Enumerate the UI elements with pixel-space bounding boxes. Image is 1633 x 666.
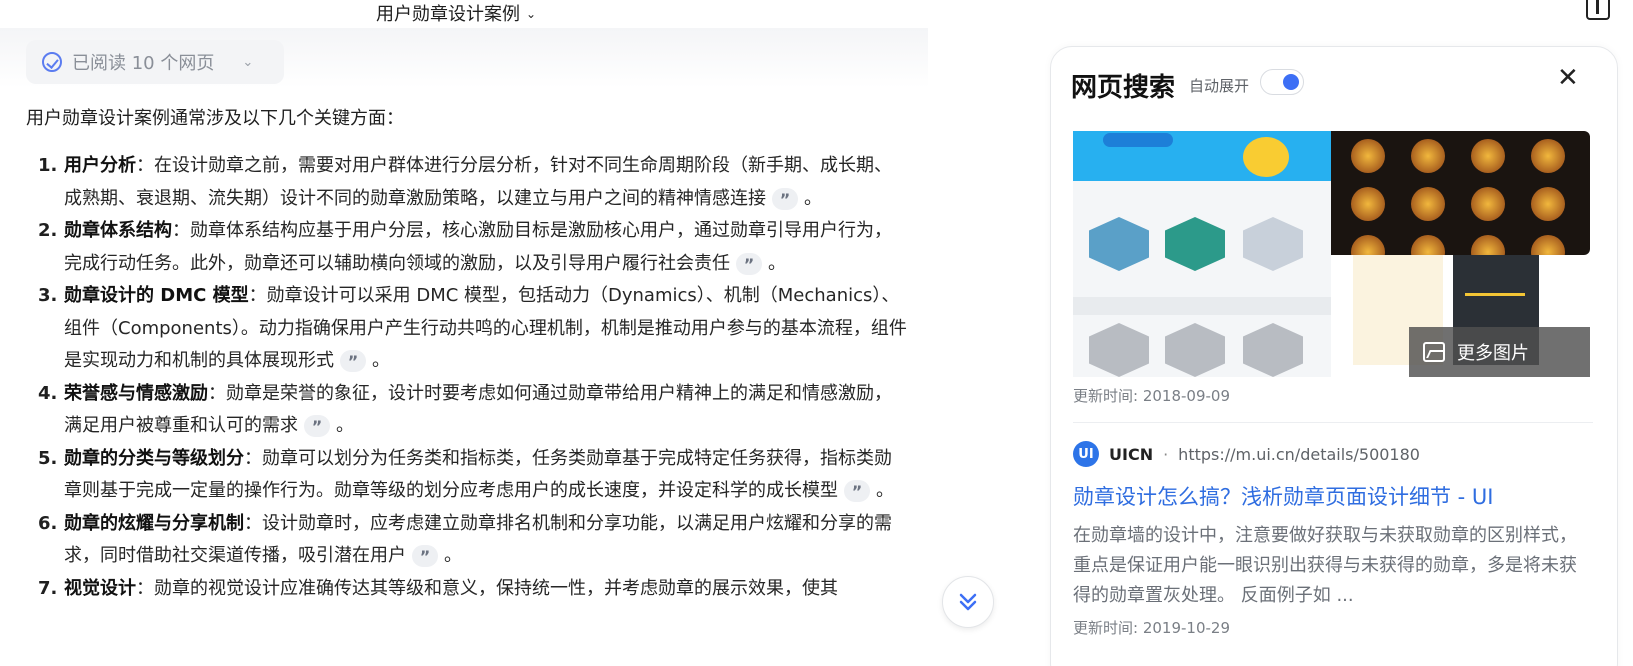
uicn-logo-icon: UI bbox=[1073, 441, 1099, 467]
more-images-label: 更多图片 bbox=[1457, 343, 1529, 364]
list-number: 1. bbox=[38, 155, 58, 176]
citation-quote-icon[interactable]: ” bbox=[844, 480, 870, 502]
scroll-to-bottom-button[interactable] bbox=[942, 576, 994, 628]
answer-intro: 用户勋章设计案例通常涉及以下几个关键方面： bbox=[26, 108, 404, 129]
top-bar: 用户勋章设计案例 ⌄ bbox=[0, 0, 1633, 28]
conversation-title: 用户勋章设计案例 bbox=[376, 4, 520, 25]
result-image-gold-badges[interactable] bbox=[1331, 131, 1590, 255]
divider bbox=[1073, 422, 1593, 423]
double-chevron-down-icon bbox=[959, 593, 977, 611]
list-term: 勋章的分类与等级划分 bbox=[64, 447, 244, 469]
close-icon[interactable]: ✕ bbox=[1557, 65, 1579, 91]
citation-quote-icon[interactable]: ” bbox=[736, 252, 762, 275]
list-term: 勋章的炫耀与分享机制 bbox=[64, 512, 244, 534]
list-term: 用户分析 bbox=[64, 155, 136, 176]
chevron-down-icon: ⌄ bbox=[242, 54, 254, 70]
list-number: 2. bbox=[38, 220, 58, 241]
citation-quote-icon[interactable]: ” bbox=[304, 415, 330, 437]
image-results: 更多图片 bbox=[1073, 131, 1590, 377]
list-text: ：在设计勋章之前，需要对用户群体进行分层分析，针对不同生命周期阶段（新手期、成长… bbox=[64, 155, 892, 209]
list-term: 勋章设计的 DMC 模型 bbox=[64, 285, 249, 306]
list-tail: 。 bbox=[372, 350, 390, 371]
result-description: 在勋章墙的设计中，注意要做好获取与未获取勋章的区别样式，重点是保证用户能一眼识别… bbox=[1073, 525, 1577, 606]
result-source[interactable]: UI UICN · https://m.ui.cn/details/500180 bbox=[1073, 441, 1420, 467]
list-tail: 。 bbox=[444, 545, 462, 566]
answer-list-item: 1. 用户分析：在设计勋章之前，需要对用户群体进行分层分析，针对不同生命周期阶段（… bbox=[38, 150, 908, 215]
image-icon bbox=[1423, 342, 1445, 362]
more-images-button[interactable]: 更多图片 bbox=[1409, 327, 1590, 377]
answer-list: 1. 用户分析：在设计勋章之前，需要对用户群体进行分层分析，针对不同生命周期阶段（… bbox=[38, 150, 908, 605]
list-term: 勋章体系结构 bbox=[64, 220, 172, 241]
answer-list-item: 7. 视觉设计：勋章的视觉设计应准确传达其等级和意义，保持统一性，并考虑勋章的展示… bbox=[38, 573, 908, 606]
check-circle-icon bbox=[42, 52, 62, 72]
image-updated-time: 更新时间: 2018-09-09 bbox=[1073, 387, 1230, 405]
list-number: 6. bbox=[38, 512, 58, 534]
result-updated-time: 更新时间: 2019-10-29 bbox=[1073, 619, 1230, 637]
result-image-badge-wall[interactable] bbox=[1073, 131, 1331, 377]
list-number: 7. bbox=[38, 577, 58, 599]
list-tail: 。 bbox=[804, 187, 822, 209]
auto-expand-label: 自动展开 bbox=[1189, 77, 1250, 95]
list-number: 3. bbox=[38, 285, 58, 306]
answer-list-item: 3. 勋章设计的 DMC 模型：勋章设计可以采用 DMC 模型，包括动力（Dyna… bbox=[38, 280, 908, 378]
list-text: ：勋章的视觉设计应准确传达其等级和意义，保持统一性，并考虑勋章的展示效果，使其 bbox=[136, 577, 838, 599]
web-search-panel: 网页搜索 自动展开 ✕ 更多图片 更新时间: 2018-09-09 UI UIC… bbox=[1050, 46, 1618, 666]
sidebar-toggle-icon[interactable] bbox=[1586, 0, 1610, 20]
source-name: UICN bbox=[1109, 444, 1154, 464]
citation-quote-icon[interactable]: ” bbox=[412, 545, 438, 567]
list-tail: 。 bbox=[336, 415, 354, 436]
list-tail: 。 bbox=[876, 480, 894, 501]
panel-title: 网页搜索 bbox=[1071, 73, 1176, 103]
answer-list-item: 4. 荣誉感与情感激励：勋章是荣誉的象征，设计时要考虑如何通过勋章带给用户精神上的… bbox=[38, 378, 908, 443]
source-separator: · bbox=[1163, 444, 1169, 464]
list-tail: 。 bbox=[768, 252, 786, 274]
read-sources-pill[interactable]: 已阅读 10 个网页 ⌄ bbox=[26, 40, 284, 84]
list-number: 5. bbox=[38, 447, 58, 469]
citation-quote-icon[interactable]: ” bbox=[772, 187, 798, 210]
citation-quote-icon[interactable]: ” bbox=[340, 350, 366, 372]
auto-expand-toggle[interactable] bbox=[1260, 69, 1304, 95]
read-sources-label: 已阅读 10 个网页 bbox=[72, 53, 215, 74]
list-term: 荣誉感与情感激励 bbox=[64, 382, 208, 404]
chevron-down-icon: ⌄ bbox=[526, 7, 537, 21]
answer-list-item: 6. 勋章的炫耀与分享机制：设计勋章时，应考虑建立勋章排名机制和分享功能，以满足用… bbox=[38, 508, 908, 573]
result-title-link[interactable]: 勋章设计怎么搞？浅析勋章页面设计细节 - UI bbox=[1073, 481, 1494, 511]
list-term: 视觉设计 bbox=[64, 577, 136, 599]
list-number: 4. bbox=[38, 382, 58, 404]
answer-list-item: 2. 勋章体系结构：勋章体系结构应基于用户分层，核心激励目标是激励核心用户，通过勋… bbox=[38, 215, 908, 280]
conversation-title-dropdown[interactable]: 用户勋章设计案例 ⌄ bbox=[376, 0, 536, 26]
answer-list-item: 5. 勋章的分类与等级划分：勋章可以划分为任务类和指标类，任务类勋章基于完成特定任… bbox=[38, 443, 908, 508]
source-url: https://m.ui.cn/details/500180 bbox=[1178, 444, 1420, 464]
